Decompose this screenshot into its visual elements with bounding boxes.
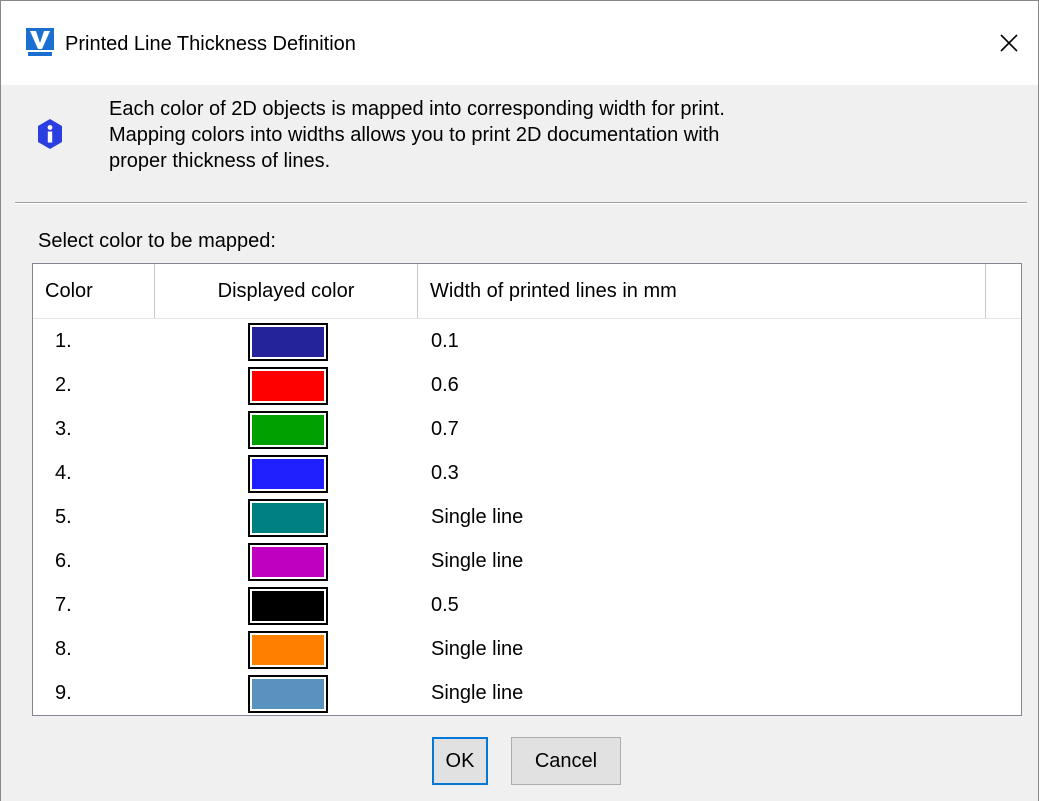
close-button[interactable] [989,25,1029,61]
row-width-value: Single line [431,682,524,704]
row-number: 7. [55,594,72,616]
dialog-window: Printed Line Thickness Definition Each c… [0,0,1039,801]
row-width-value: 0.1 [431,330,459,352]
column-header-filler [986,264,1021,318]
window-title: Printed Line Thickness Definition [65,33,356,55]
column-header-width[interactable]: Width of printed lines in mm [418,264,986,318]
row-number: 1. [55,330,72,352]
info-line-2: Mapping colors into widths allows you to… [109,124,720,146]
color-swatch [248,587,328,625]
color-swatch [248,323,328,361]
info-message: Each color of 2D objects is mapped into … [109,96,969,174]
column-header-displayed-color[interactable]: Displayed color [155,264,418,318]
table-row[interactable]: 8. Single line [33,627,1021,671]
color-swatch [248,411,328,449]
table-body: 1. 0.1 2. 0.6 3. 0.7 4. 0.3 5. Single li… [33,319,1021,715]
row-width-value: Single line [431,550,524,572]
row-width-value: Single line [431,638,524,660]
color-mapping-table[interactable]: Color Displayed color Width of printed l… [32,263,1022,716]
color-swatch [248,367,328,405]
row-width-value: 0.6 [431,374,459,396]
info-icon [38,119,62,149]
row-number: 2. [55,374,72,396]
column-header-color[interactable]: Color [33,264,155,318]
vectorcad-logo-icon [26,28,54,58]
row-width-value: 0.3 [431,462,459,484]
ok-button[interactable]: OK [432,737,488,785]
color-swatch [248,499,328,537]
row-number: 3. [55,418,72,440]
select-color-label: Select color to be mapped: [38,230,276,252]
table-row[interactable]: 7. 0.5 [33,583,1021,627]
info-line-3: proper thickness of lines. [109,150,331,172]
close-icon [1000,34,1018,52]
row-width-value: Single line [431,506,524,528]
title-bar[interactable]: Printed Line Thickness Definition [1,1,1038,85]
color-swatch [248,455,328,493]
table-row[interactable]: 9. Single line [33,671,1021,715]
row-width-value: 0.5 [431,594,459,616]
row-number: 6. [55,550,72,572]
row-number: 8. [55,638,72,660]
color-swatch [248,675,328,713]
table-row[interactable]: 3. 0.7 [33,407,1021,451]
table-row[interactable]: 1. 0.1 [33,319,1021,363]
row-width-value: 0.7 [431,418,459,440]
row-number: 4. [55,462,72,484]
info-line-1: Each color of 2D objects is mapped into … [109,98,725,120]
separator [15,202,1027,204]
table-row[interactable]: 4. 0.3 [33,451,1021,495]
cancel-button[interactable]: Cancel [511,737,621,785]
table-row[interactable]: 6. Single line [33,539,1021,583]
row-number: 5. [55,506,72,528]
color-swatch [248,543,328,581]
table-header: Color Displayed color Width of printed l… [33,264,1021,319]
color-swatch [248,631,328,669]
table-row[interactable]: 2. 0.6 [33,363,1021,407]
table-row[interactable]: 5. Single line [33,495,1021,539]
row-number: 9. [55,682,72,704]
